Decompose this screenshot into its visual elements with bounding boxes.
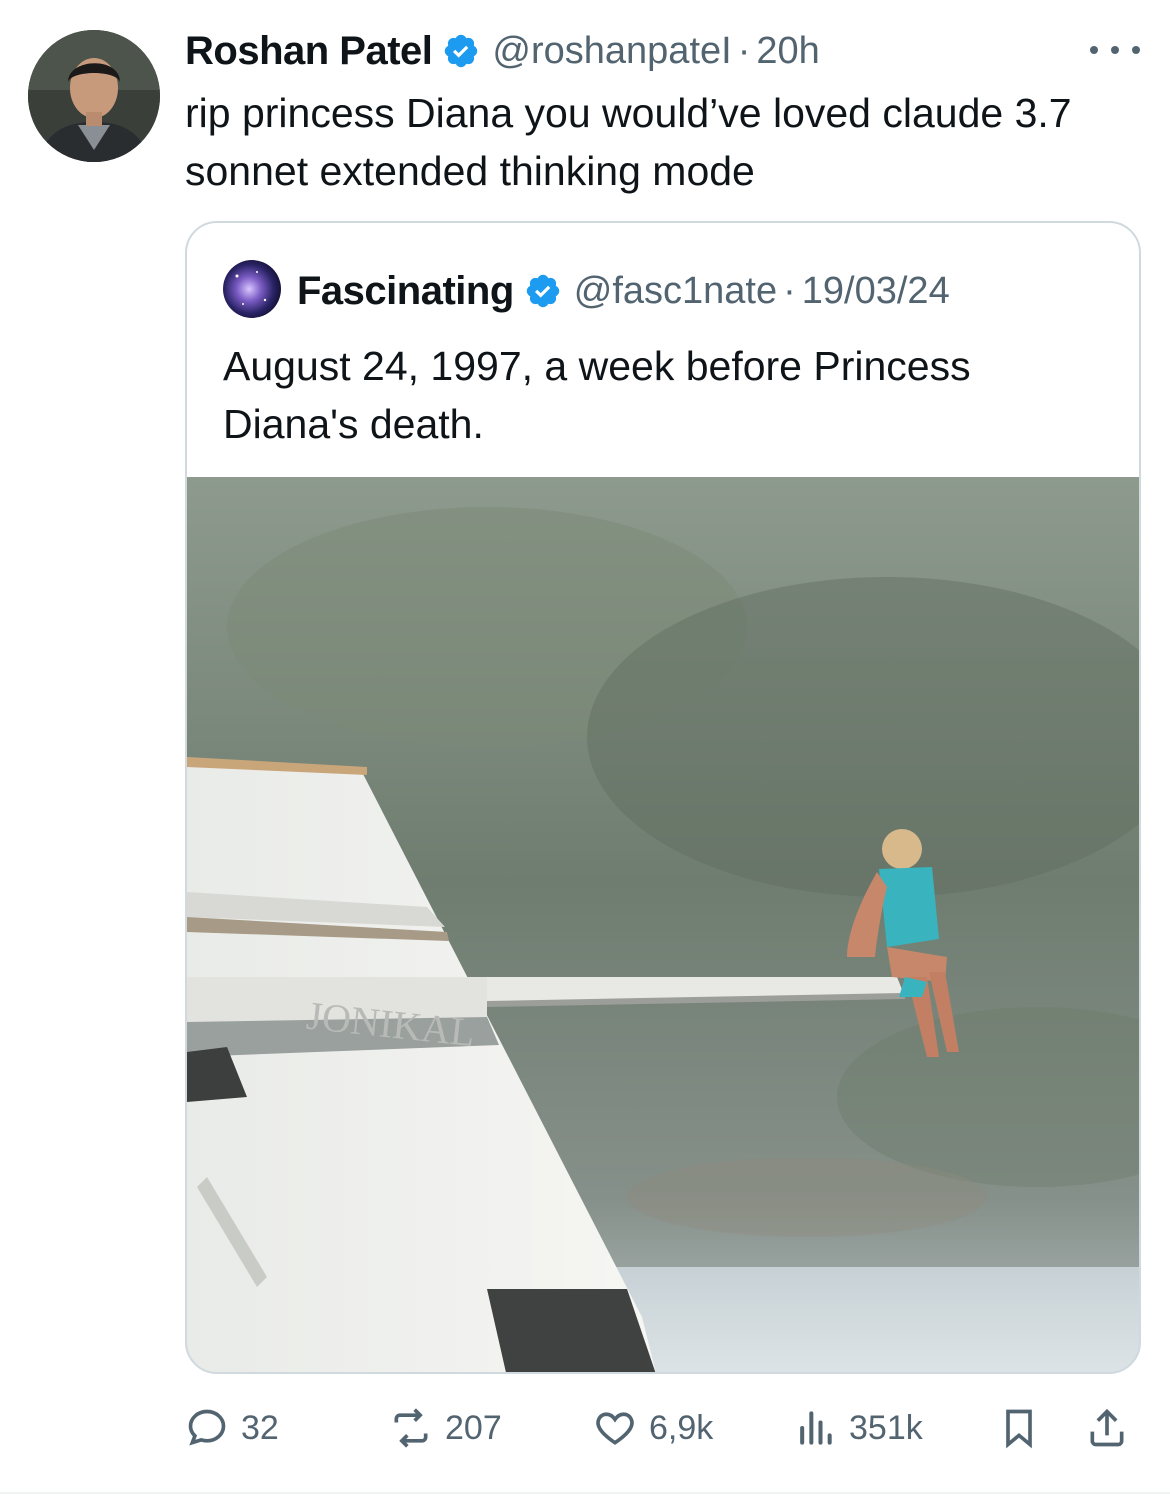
like-count: 6,9k — [649, 1408, 714, 1447]
quoted-author-avatar[interactable] — [223, 260, 281, 318]
bookmark-button[interactable] — [997, 1398, 1041, 1458]
verified-badge-icon — [445, 34, 478, 68]
meta-separator: · — [737, 29, 751, 72]
quoted-tweet-photo[interactable]: JONIKAL — [187, 477, 1141, 1374]
views-count: 351k — [849, 1408, 923, 1447]
verified-badge-icon — [526, 274, 559, 308]
quoted-tweet-text: August 24, 1997, a week before Princess … — [223, 343, 971, 447]
share-button[interactable] — [1085, 1398, 1129, 1458]
quoted-author-name[interactable]: Fascinating — [297, 269, 514, 314]
like-icon — [596, 1412, 634, 1445]
author-avatar[interactable] — [28, 30, 160, 162]
bookmark-icon — [1006, 1409, 1032, 1449]
like-button[interactable]: 6,9k — [593, 1398, 713, 1458]
action-bar: 32 207 6,9k 351k — [185, 1398, 1145, 1458]
repost-icon — [394, 1408, 428, 1448]
author-handle[interactable]: @roshanpateI — [492, 30, 731, 73]
divider — [0, 1492, 1170, 1494]
share-icon — [1090, 1408, 1124, 1447]
meta-separator: · — [783, 269, 796, 312]
tweet-text: rip princess Diana you would’ve loved cl… — [185, 90, 1072, 194]
reply-count: 32 — [241, 1408, 279, 1447]
tweet-time[interactable]: 20h — [756, 30, 819, 73]
views-button[interactable]: 351k — [793, 1398, 923, 1458]
author-name[interactable]: Roshan Patel — [185, 29, 433, 74]
quoted-tweet-header: Fascinating @fasc1nate · 19/03/24 — [297, 263, 950, 319]
quoted-tweet-date[interactable]: 19/03/24 — [802, 270, 950, 313]
views-icon — [800, 1411, 832, 1445]
reply-button[interactable]: 32 — [185, 1398, 279, 1458]
tweet-header: Roshan Patel @roshanpateI · 20h — [185, 24, 820, 78]
reply-icon — [188, 1409, 226, 1446]
repost-button[interactable]: 207 — [389, 1398, 502, 1458]
repost-count: 207 — [445, 1408, 502, 1447]
quoted-tweet[interactable]: Fascinating @fasc1nate · 19/03/24 August… — [185, 221, 1141, 1374]
quoted-author-handle[interactable]: @fasc1nate — [574, 270, 777, 313]
more-icon[interactable] — [1090, 30, 1140, 70]
